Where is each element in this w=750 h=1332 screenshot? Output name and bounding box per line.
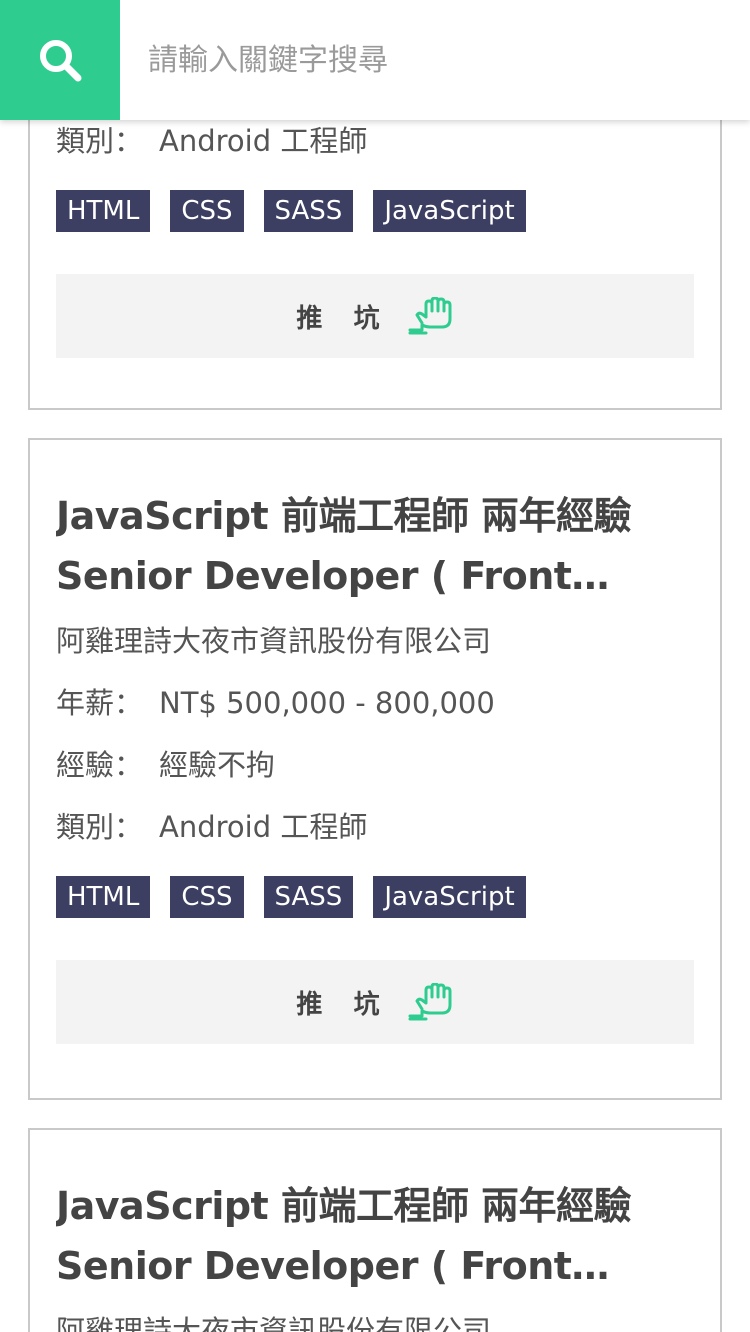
job-salary: 年薪： NT$ 500,000 - 800,000 xyxy=(56,686,495,720)
skill-tags: HTML CSS SASS JavaScript xyxy=(56,876,694,918)
company-name: 阿雞理詩大夜市資訊股份有限公司 xyxy=(56,624,492,658)
job-card[interactable]: JavaScript 前端工程師 兩年經驗 Senior Developer (… xyxy=(28,438,722,1100)
skill-tag: SASS xyxy=(263,876,354,918)
company-name: 阿雞理詩大夜市資訊股份有限公司 xyxy=(56,1314,492,1332)
search-header xyxy=(0,0,750,120)
skill-tag: JavaScript xyxy=(373,876,526,918)
skill-tag: CSS xyxy=(170,190,244,232)
search-icon xyxy=(40,40,82,82)
job-category: 類別： Android 工程師 xyxy=(56,810,368,844)
skill-tag: JavaScript xyxy=(373,190,526,232)
apply-button[interactable]: 推 坑 xyxy=(56,274,694,358)
search-input[interactable] xyxy=(120,0,750,120)
job-list-page: 類別：Android 工程師 HTML CSS SASS JavaScript … xyxy=(0,0,750,1332)
hand-icon xyxy=(408,983,452,1021)
skill-tag: HTML xyxy=(56,190,151,232)
apply-button[interactable]: 推 坑 xyxy=(56,960,694,1044)
job-title[interactable]: JavaScript 前端工程師 兩年經驗 Senior Developer (… xyxy=(56,1176,694,1296)
hand-icon xyxy=(408,297,452,335)
skill-tag: HTML xyxy=(56,876,151,918)
skill-tag: SASS xyxy=(263,190,354,232)
job-experience: 經驗： 經驗不拘 xyxy=(56,748,276,782)
job-title[interactable]: JavaScript 前端工程師 兩年經驗 Senior Developer (… xyxy=(56,486,694,606)
search-button[interactable] xyxy=(0,0,120,120)
job-card[interactable]: JavaScript 前端工程師 兩年經驗 Senior Developer (… xyxy=(28,1128,722,1332)
skill-tags: HTML CSS SASS JavaScript xyxy=(56,190,694,232)
skill-tag: CSS xyxy=(170,876,244,918)
